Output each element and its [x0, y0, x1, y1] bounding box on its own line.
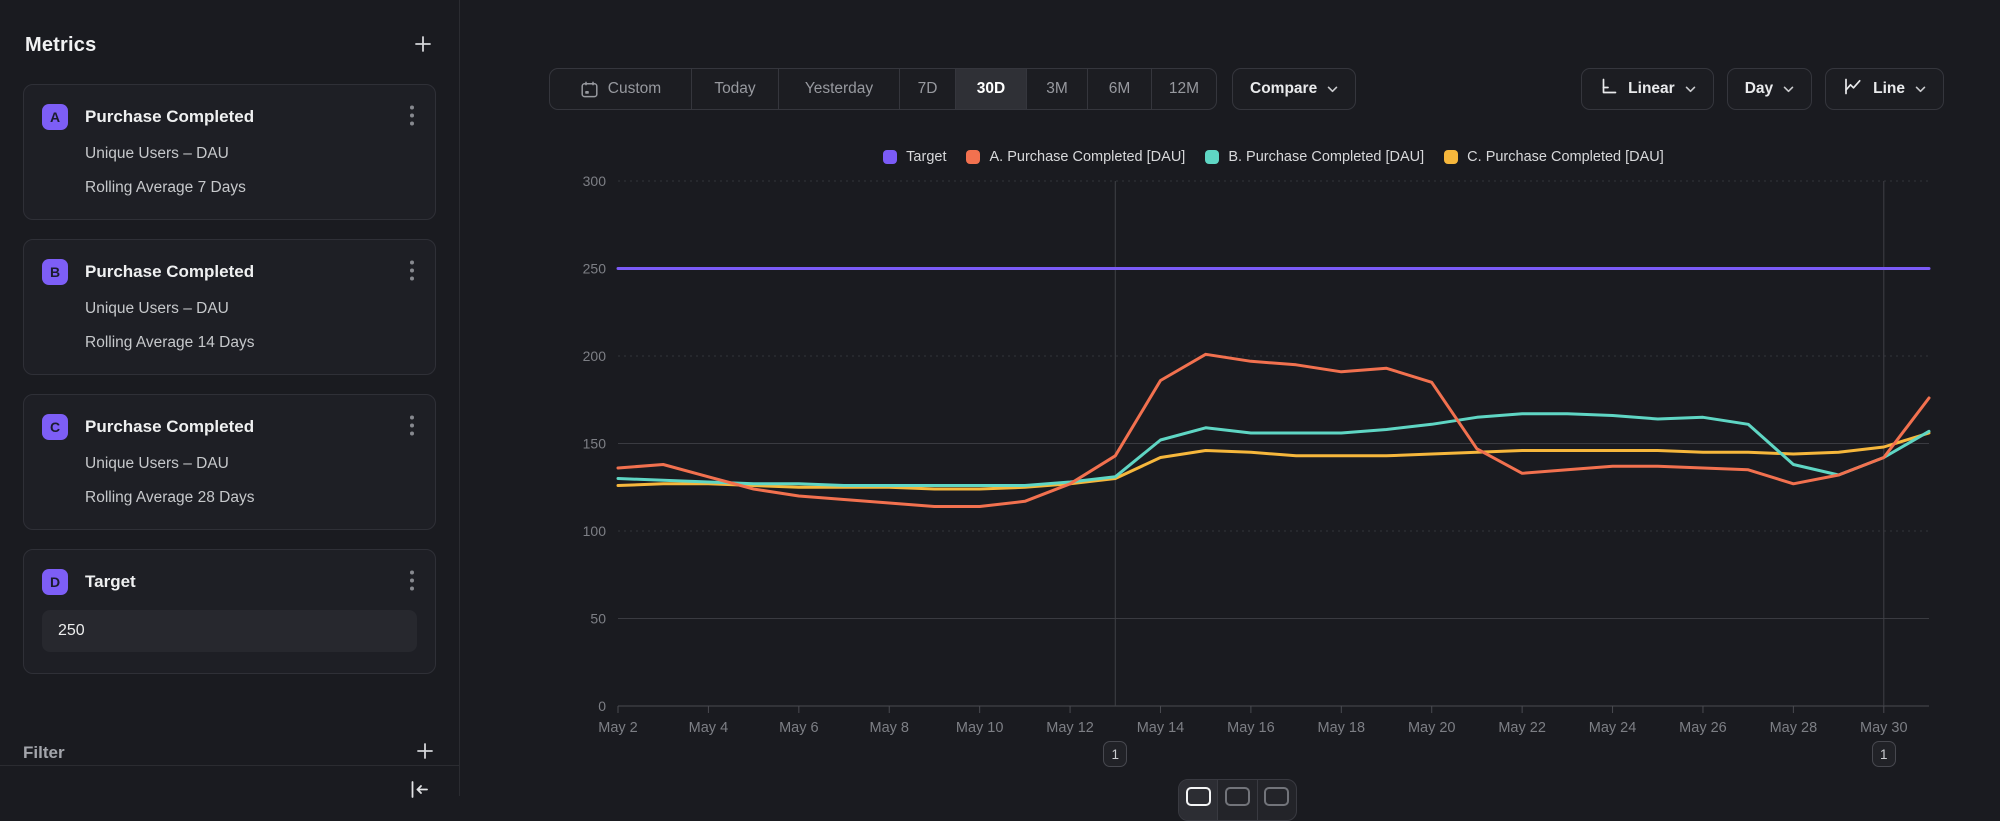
metric-card-c[interactable]: C Purchase Completed Unique Users – DAU Rol… — [23, 394, 436, 530]
target-card-title: Target — [85, 572, 407, 592]
metric-transform: Rolling Average 28 Days — [85, 488, 417, 508]
metric-measure: Unique Users – DAU — [85, 299, 417, 319]
line-chart[interactable]: 0 50 100 150 200 250 300 May 2 May 4 May 6 May 8 Ma… — [461, 0, 2000, 796]
sidebar-header: Metrics — [25, 33, 434, 58]
add-filter-button[interactable] — [414, 740, 436, 765]
y-axis-label: 150 — [583, 436, 607, 452]
x-axis-label: May 18 — [1318, 720, 1366, 736]
x-axis-label: May 2 — [598, 720, 638, 736]
x-axis-label: May 14 — [1137, 720, 1185, 736]
x-axis-label: May 24 — [1589, 720, 1637, 736]
metric-card-menu-button[interactable] — [407, 414, 417, 440]
chart-series — [618, 269, 1929, 507]
metric-title: Purchase Completed — [85, 262, 407, 282]
metric-card-header: C Purchase Completed — [42, 414, 417, 440]
chart-panel-icon — [1225, 787, 1250, 806]
series-line-c — [618, 433, 1929, 489]
collapse-sidebar-button[interactable] — [408, 780, 430, 802]
chart-view-button-2[interactable] — [1218, 780, 1257, 820]
metrics-title: Metrics — [25, 34, 96, 57]
annotation-badge[interactable]: 1 — [1103, 741, 1127, 767]
y-axis-label: 250 — [583, 261, 607, 277]
x-axis-label: May 12 — [1046, 720, 1094, 736]
filter-label: Filter — [23, 743, 65, 763]
series-line-b — [618, 414, 1929, 486]
metric-title: Purchase Completed — [85, 417, 407, 437]
y-axis-label: 100 — [583, 523, 607, 539]
chart-view-button-1[interactable] — [1179, 780, 1218, 820]
metric-card-b[interactable]: B Purchase Completed Unique Users – DAU Rol… — [23, 239, 436, 375]
x-axis-label: May 22 — [1498, 720, 1546, 736]
metric-card-header: A Purchase Completed — [42, 104, 417, 130]
metric-badge-a: A — [42, 104, 68, 130]
plus-icon — [412, 33, 434, 58]
chart-view-toolbar — [1178, 779, 1297, 821]
target-card-menu-button[interactable] — [407, 569, 417, 595]
metric-card-menu-button[interactable] — [407, 259, 417, 285]
metric-badge-b: B — [42, 259, 68, 285]
metric-title: Purchase Completed — [85, 107, 407, 127]
metric-transform: Rolling Average 14 Days — [85, 333, 417, 353]
target-value-input[interactable]: 250 — [42, 610, 417, 652]
metric-card-target[interactable]: D Target 250 — [23, 549, 436, 674]
chart-gridlines — [618, 181, 1929, 713]
chart-panel-icon — [1186, 787, 1211, 806]
filter-section: Filter — [23, 740, 436, 765]
plus-icon — [414, 740, 436, 765]
collapse-sidebar-icon — [408, 787, 430, 802]
chart-view-button-3[interactable] — [1258, 780, 1296, 820]
x-axis-label: May 10 — [956, 720, 1004, 736]
x-axis-label: May 20 — [1408, 720, 1456, 736]
chart-panel-icon — [1264, 787, 1289, 806]
x-axis-label: May 30 — [1860, 720, 1908, 736]
main-content: CustomTodayYesterday7D30D3M6M12M Compare… — [461, 0, 2000, 796]
y-axis-label: 0 — [598, 698, 606, 714]
metric-card-menu-button[interactable] — [407, 104, 417, 130]
x-axis-label: May 16 — [1227, 720, 1275, 736]
sidebar: Metrics A Purchase Completed Unique Users … — [0, 0, 460, 796]
metric-badge-d: D — [42, 569, 68, 595]
y-axis-label: 200 — [583, 348, 607, 364]
target-card-header: D Target — [42, 569, 417, 595]
kebab-icon — [409, 104, 415, 130]
chart-axis-labels: 0 50 100 150 200 250 300 May 2 May 4 May 6 May 8 Ma… — [583, 173, 1908, 736]
metric-measure: Unique Users – DAU — [85, 454, 417, 474]
x-axis-label: May 4 — [689, 720, 729, 736]
annotation-badge[interactable]: 1 — [1872, 741, 1896, 767]
metric-badge-c: C — [42, 414, 68, 440]
metric-measure: Unique Users – DAU — [85, 144, 417, 164]
sidebar-divider — [0, 765, 459, 766]
metric-card-a[interactable]: A Purchase Completed Unique Users – DAU Rol… — [23, 84, 436, 220]
metric-transform: Rolling Average 7 Days — [85, 178, 417, 198]
x-axis-label: May 28 — [1770, 720, 1818, 736]
app-root: Metrics A Purchase Completed Unique Users … — [0, 0, 2000, 796]
x-axis-label: May 8 — [869, 720, 909, 736]
x-axis-label: May 26 — [1679, 720, 1727, 736]
y-axis-label: 50 — [590, 611, 606, 627]
kebab-icon — [409, 259, 415, 285]
x-axis-label: May 6 — [779, 720, 819, 736]
add-metric-button[interactable] — [412, 33, 434, 58]
kebab-icon — [409, 569, 415, 595]
kebab-icon — [409, 414, 415, 440]
y-axis-label: 300 — [583, 173, 607, 189]
metric-card-header: B Purchase Completed — [42, 259, 417, 285]
metric-card-list: A Purchase Completed Unique Users – DAU Rol… — [23, 84, 436, 530]
